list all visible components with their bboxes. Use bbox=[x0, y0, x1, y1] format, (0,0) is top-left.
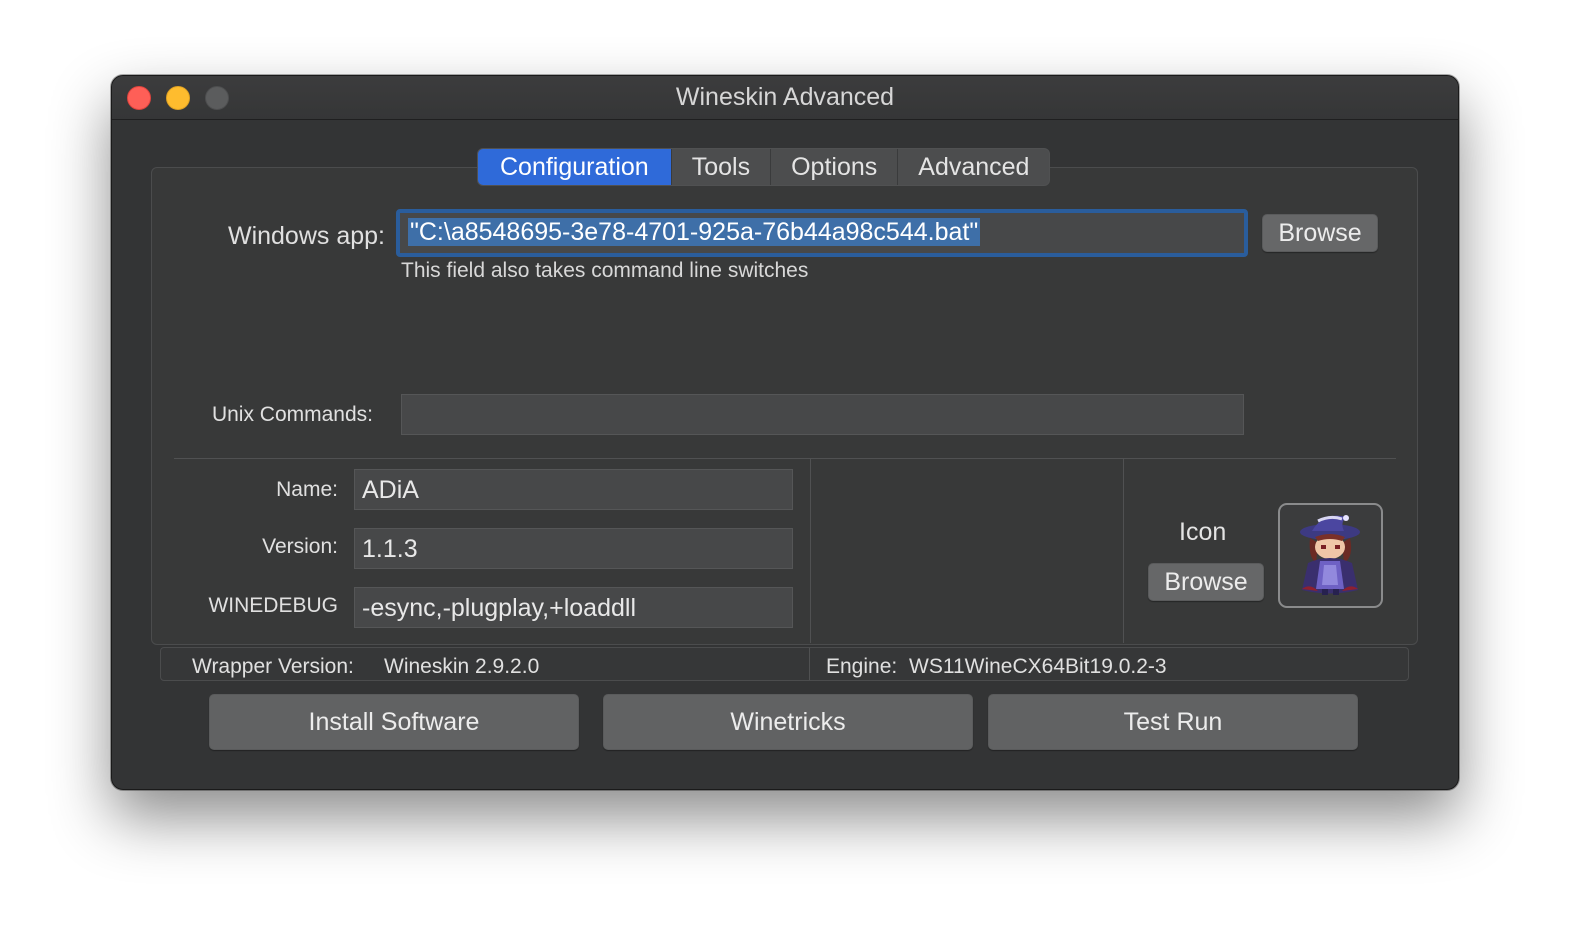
name-label: Name: bbox=[276, 478, 338, 501]
tab-tools[interactable]: Tools bbox=[672, 149, 772, 185]
status-divider bbox=[809, 648, 810, 680]
install-software-button[interactable]: Install Software bbox=[209, 694, 579, 750]
icon-browse-button[interactable]: Browse bbox=[1148, 563, 1264, 601]
winedebug-label: WINEDEBUG bbox=[208, 594, 338, 617]
windows-app-input[interactable]: "C:\a8548695-3e78-4701-925a-76b44a98c544… bbox=[396, 209, 1248, 257]
status-bar: Wrapper Version: Wineskin 2.9.2.0 Engine… bbox=[160, 647, 1409, 681]
tab-options[interactable]: Options bbox=[771, 149, 899, 185]
tab-content-panel: Windows app: "C:\a8548695-3e78-4701-925a… bbox=[151, 167, 1418, 645]
window-title: Wineskin Advanced bbox=[675, 83, 895, 111]
icon-label: Icon bbox=[1179, 518, 1227, 546]
version-label: Version: bbox=[262, 535, 338, 558]
wizard-character-icon bbox=[1300, 515, 1360, 595]
column-divider-2 bbox=[1123, 458, 1124, 643]
tab-configuration[interactable]: Configuration bbox=[478, 149, 672, 185]
windows-app-browse-button[interactable]: Browse bbox=[1262, 214, 1378, 252]
engine-value: WS11WineCX64Bit19.0.2-3 bbox=[909, 655, 1167, 678]
app-window: Wineskin Advanced Windows app: "C:\a8548… bbox=[111, 75, 1459, 790]
windows-app-label: Windows app: bbox=[227, 222, 385, 250]
unix-commands-label: Unix Commands: bbox=[211, 403, 373, 426]
engine-label: Engine: bbox=[826, 655, 898, 678]
app-icon-well[interactable] bbox=[1278, 503, 1383, 608]
winedebug-input[interactable]: -esync,-plugplay,+loaddll bbox=[354, 587, 793, 628]
windows-app-hint: This field also takes command line switc… bbox=[401, 259, 809, 282]
name-input[interactable]: ADiA bbox=[354, 469, 793, 510]
version-input[interactable]: 1.1.3 bbox=[354, 528, 793, 569]
wrapper-version-value: Wineskin 2.9.2.0 bbox=[384, 655, 540, 678]
title-bar[interactable]: Wineskin Advanced bbox=[112, 76, 1458, 120]
winetricks-button[interactable]: Winetricks bbox=[603, 694, 973, 750]
tab-advanced[interactable]: Advanced bbox=[898, 149, 1049, 185]
unix-commands-input[interactable] bbox=[401, 394, 1244, 435]
wrapper-version-label: Wrapper Version: bbox=[192, 655, 354, 678]
column-divider-1 bbox=[810, 458, 811, 643]
test-run-button[interactable]: Test Run bbox=[988, 694, 1358, 750]
windows-app-value: "C:\a8548695-3e78-4701-925a-76b44a98c544… bbox=[408, 218, 981, 246]
section-divider bbox=[174, 458, 1396, 459]
tab-bar: Configuration Tools Options Advanced bbox=[477, 148, 1051, 186]
